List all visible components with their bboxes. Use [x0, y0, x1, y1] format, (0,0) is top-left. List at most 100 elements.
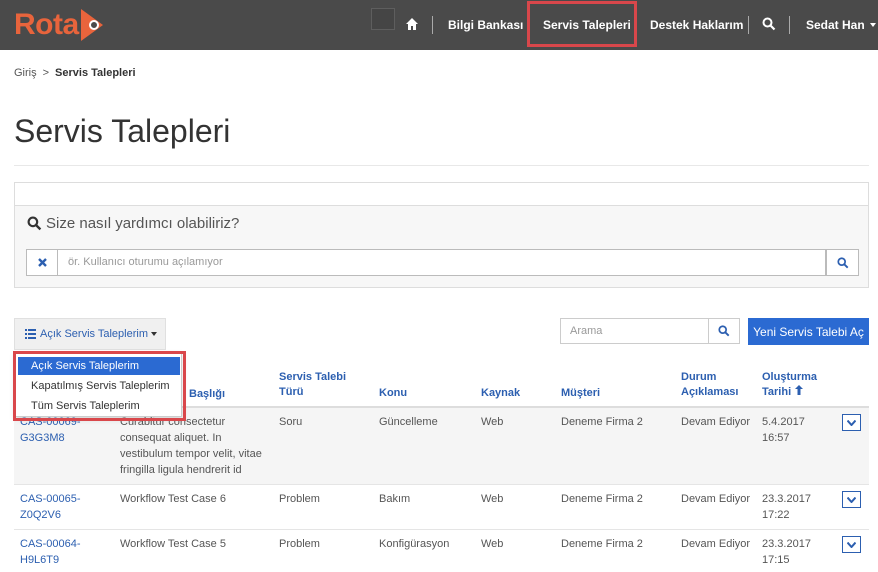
- row-actions-button[interactable]: [842, 536, 861, 553]
- case-subject: Konfigürasyon: [379, 538, 450, 550]
- search-icon: [27, 216, 42, 231]
- case-created-time: 16:57: [762, 432, 790, 444]
- case-created-date: 23.3.2017: [762, 493, 811, 505]
- case-subject: Bakım: [379, 493, 411, 505]
- column-header-source[interactable]: Kaynak: [481, 386, 520, 401]
- kb-search-button[interactable]: [826, 249, 859, 276]
- case-title-line: consequat aliquet. In: [120, 432, 222, 444]
- nav-item-destek-haklarim[interactable]: Destek Haklarım: [650, 0, 743, 50]
- page-title: Servis Talepleri: [14, 113, 231, 149]
- column-header-status[interactable]: Durum Açıklaması: [681, 370, 738, 400]
- column-header-created-line2: Tarihi: [762, 385, 817, 400]
- case-created-date: 23.3.2017: [762, 538, 811, 550]
- kb-search-heading: Size nasıl yardımcı olabiliriz?: [27, 215, 239, 232]
- view-filter-label: Açık Servis Taleplerim: [40, 328, 148, 340]
- case-title: Workflow Test Case 5: [120, 538, 226, 550]
- search-icon: [836, 256, 848, 268]
- top-navbar: Rota Bilgi Bankası Servis Talepleri Dest…: [0, 0, 878, 50]
- divider: [14, 165, 869, 166]
- search-icon[interactable]: [762, 17, 776, 31]
- nav-separator: [789, 16, 790, 34]
- row-divider: [14, 529, 869, 530]
- breadcrumb-current: Servis Talepleri: [55, 67, 136, 79]
- column-header-created-line2-text: Tarihi: [762, 386, 792, 398]
- case-id-line1: CAS-00064-: [20, 538, 81, 550]
- case-title-line: fringilla ligula hendrerit id: [120, 464, 242, 476]
- nav-separator: [432, 16, 433, 34]
- case-title-line: vestibulum tempor velit, vitae: [120, 448, 262, 460]
- logo-arrow-icon: [80, 9, 103, 41]
- case-customer: Deneme Firma 2: [561, 416, 643, 428]
- kb-search-group: ör. Kullanıcı oturumu açılamıyor: [26, 249, 859, 276]
- rota-logo[interactable]: Rota: [14, 6, 103, 44]
- chevron-down-icon: [847, 541, 856, 548]
- row-actions-button[interactable]: [842, 491, 861, 508]
- chevron-down-icon: [869, 23, 876, 27]
- search-icon: [718, 325, 730, 337]
- breadcrumb-home-link[interactable]: Giriş: [14, 67, 37, 79]
- case-type: Problem: [279, 538, 320, 550]
- column-header-status-line2: Açıklaması: [681, 386, 739, 398]
- case-search-button[interactable]: [708, 318, 740, 344]
- nav-highlight-frame: [527, 1, 637, 47]
- case-created-date: 5.4.2017: [762, 416, 805, 428]
- nav-item-bilgi-bankasi[interactable]: Bilgi Bankası: [448, 0, 523, 50]
- case-customer: Deneme Firma 2: [561, 493, 643, 505]
- menu-highlight-frame: [13, 351, 186, 421]
- case-id-line2: G3G3M8: [20, 432, 65, 444]
- column-header-subject[interactable]: Konu: [379, 386, 407, 401]
- chevron-down-icon: [151, 332, 157, 336]
- list-icon: [25, 329, 36, 339]
- case-customer: Deneme Firma 2: [561, 538, 643, 550]
- case-status: Devam Ediyor: [681, 416, 751, 428]
- column-header-customer[interactable]: Müşteri: [561, 386, 600, 401]
- case-id-line1: CAS-00065-: [20, 493, 81, 505]
- case-created: 23.3.2017 17:15: [762, 536, 811, 568]
- home-icon[interactable]: [405, 17, 419, 31]
- kb-search-heading-text: Size nasıl yardımcı olabiliriz?: [46, 215, 240, 232]
- breadcrumb: Giriş > Servis Talepleri: [14, 67, 136, 79]
- kb-search-panel: Size nasıl yardımcı olabiliriz? ör. Kull…: [14, 205, 869, 288]
- column-header-created-line1: Oluşturma: [762, 371, 818, 383]
- case-created-time: 17:15: [762, 554, 790, 566]
- chevron-down-icon: [847, 419, 856, 426]
- case-type: Soru: [279, 416, 303, 428]
- user-name: Sedat Han: [806, 18, 865, 32]
- chevron-down-icon: [847, 496, 856, 503]
- case-title: Workflow Test Case 6: [120, 493, 226, 505]
- case-type: Problem: [279, 493, 320, 505]
- kb-search-input[interactable]: ör. Kullanıcı oturumu açılamıyor: [58, 249, 826, 276]
- case-source: Web: [481, 493, 504, 505]
- case-status: Devam Ediyor: [681, 538, 751, 550]
- breadcrumb-separator: >: [42, 67, 50, 79]
- close-icon: [37, 258, 47, 267]
- sort-ascending-icon: [795, 385, 804, 395]
- column-header-title[interactable]: Başlığı: [189, 387, 225, 402]
- nav-placeholder-box: [371, 8, 395, 30]
- row-actions-button[interactable]: [842, 414, 861, 431]
- clear-button[interactable]: [26, 249, 58, 276]
- panel-top-strip: [14, 182, 869, 205]
- view-filter-dropdown[interactable]: Açık Servis Taleplerim: [14, 318, 166, 350]
- case-id-line2: H9L6T9: [20, 554, 60, 566]
- row-divider: [14, 484, 869, 485]
- case-created: 5.4.2017 16:57: [762, 414, 805, 446]
- case-id-line2: Z0Q2V6: [20, 509, 61, 521]
- user-menu[interactable]: Sedat Han: [806, 0, 876, 50]
- case-search-input[interactable]: Arama: [560, 318, 709, 344]
- case-subject: Güncelleme: [379, 416, 438, 428]
- new-case-button[interactable]: Yeni Servis Talebi Aç: [748, 318, 869, 345]
- case-id-link[interactable]: CAS-00065- Z0Q2V6: [20, 491, 81, 523]
- case-source: Web: [481, 538, 504, 550]
- column-header-type-line1: Servis Talebi: [279, 371, 347, 383]
- case-status: Devam Ediyor: [681, 493, 751, 505]
- column-header-type-line2: Türü: [279, 386, 304, 398]
- column-header-status-line1: Durum: [681, 371, 717, 383]
- column-header-type[interactable]: Servis Talebi Türü: [279, 370, 346, 400]
- case-created: 23.3.2017 17:22: [762, 491, 811, 523]
- case-source: Web: [481, 416, 504, 428]
- nav-separator: [748, 16, 749, 34]
- case-id-link[interactable]: CAS-00064- H9L6T9: [20, 536, 81, 568]
- case-created-time: 17:22: [762, 509, 790, 521]
- column-header-created[interactable]: Oluşturma Tarihi: [762, 370, 817, 400]
